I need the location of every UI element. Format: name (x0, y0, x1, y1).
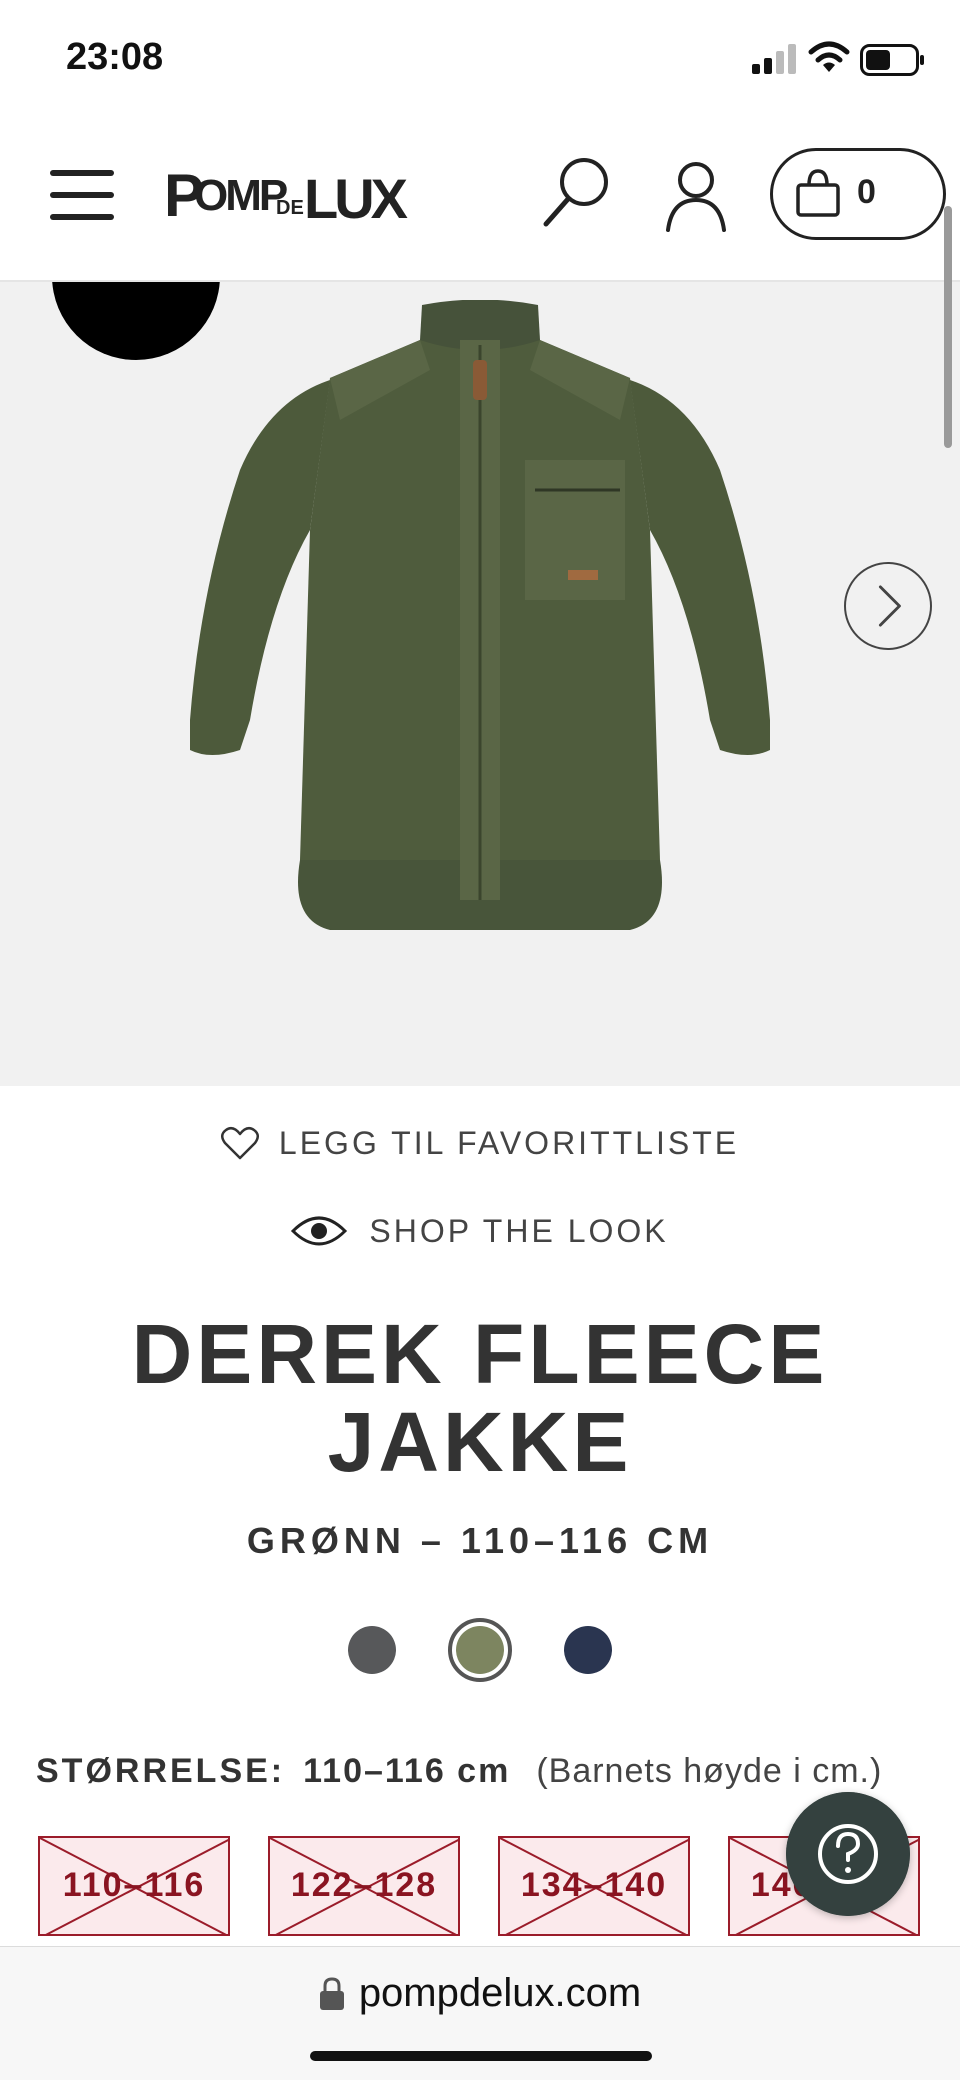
lock-icon (319, 1976, 344, 2010)
size-label: STØRRELSE: (36, 1752, 286, 1790)
battery-icon (860, 44, 924, 76)
product-variant: GRØNN – 110–116 CM (246, 1520, 714, 1561)
add-to-favorites-button[interactable]: LEGG TIL FAVORITTLISTE (0, 1118, 960, 1168)
site-header: P OMP DE LUX 0 (0, 110, 960, 282)
svg-text:LUX: LUX (304, 167, 408, 230)
cart-button[interactable]: 0 (770, 148, 946, 240)
color-swatch-grey[interactable] (348, 1626, 396, 1674)
status-time: 23:08 (66, 36, 164, 78)
browser-address-bar[interactable]: pompdelux.com (0, 1946, 960, 2080)
shop-the-look-label: SHOP THE LOOK (369, 1212, 669, 1249)
next-image-arrow-icon[interactable] (844, 562, 932, 650)
heart-icon (220, 1126, 259, 1160)
cellular-signal-icon (752, 44, 796, 74)
pompdelux-logo[interactable]: P OMP DE LUX (164, 150, 424, 240)
url-row[interactable]: pompdelux.com (0, 1971, 960, 2016)
product-gallery[interactable] (0, 282, 960, 1086)
user-account-icon[interactable] (664, 160, 728, 232)
search-icon[interactable] (540, 152, 612, 232)
page-scrollbar[interactable] (944, 206, 952, 448)
size-option-label: 122–128 (290, 1866, 438, 1904)
home-indicator[interactable] (310, 2051, 652, 2061)
url-text: pompdelux.com (358, 1971, 642, 2015)
shopping-bag-icon (796, 169, 840, 217)
cart-count: 0 (857, 173, 876, 211)
shop-the-look-button[interactable]: SHOP THE LOOK (0, 1206, 960, 1256)
size-option-sold-out[interactable]: 122–128 (268, 1836, 460, 1936)
size-option-label: 110–116 (62, 1866, 206, 1904)
color-swatch-navy[interactable] (564, 1626, 612, 1674)
size-note: (Barnets høyde i cm.) (536, 1752, 883, 1790)
hamburger-menu-icon[interactable] (50, 170, 116, 222)
size-selection-header: STØRRELSE: 110–116 cm (Barnets høyde i c… (36, 1752, 936, 1802)
wifi-icon (808, 41, 850, 72)
product-image[interactable] (180, 300, 780, 940)
size-option-sold-out[interactable]: 110–116 (38, 1836, 230, 1936)
color-swatches (0, 1618, 960, 1682)
size-value: 110–116 cm (303, 1752, 511, 1790)
color-swatch-green[interactable] (456, 1626, 504, 1674)
svg-text:DE: DE (276, 197, 304, 219)
product-title: DEREK FLEECE JAKKE (131, 1307, 829, 1489)
help-question-icon[interactable] (786, 1792, 910, 1916)
favorite-label: LEGG TIL FAVORITTLISTE (278, 1124, 740, 1161)
eye-icon (291, 1216, 348, 1246)
size-option-label: 134–140 (520, 1866, 668, 1904)
size-option-sold-out[interactable]: 134–140 (498, 1836, 690, 1936)
svg-text:OMP: OMP (194, 171, 287, 220)
status-bar: 23:08 (0, 0, 960, 110)
